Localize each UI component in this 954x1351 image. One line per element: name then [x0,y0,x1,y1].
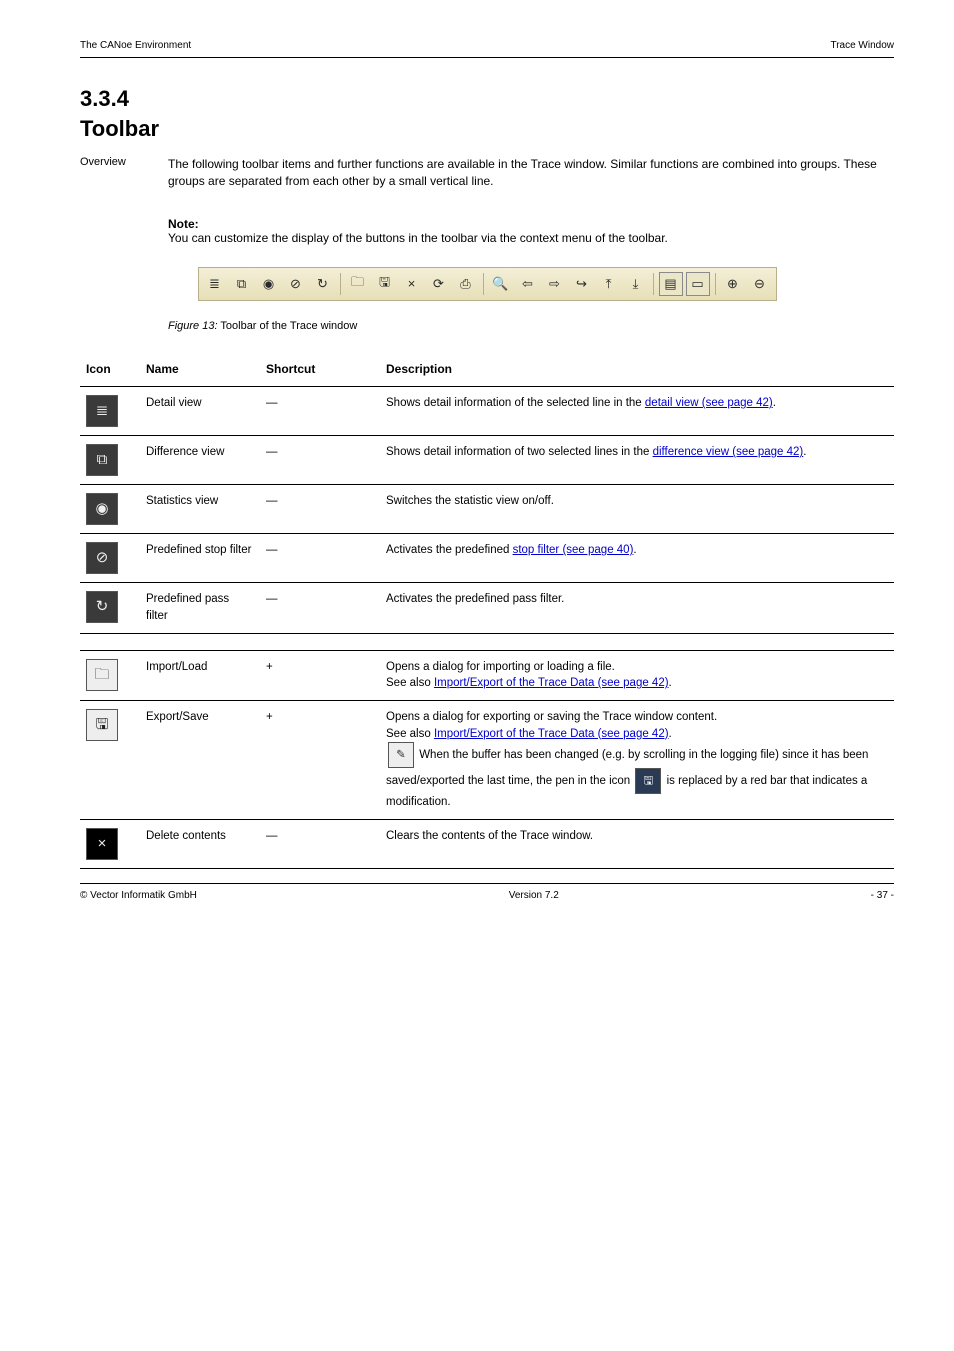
stop-filter-icon: ⊘ [86,542,118,574]
detail-view-icon: ≣ [86,395,118,427]
import-export-link-2[interactable]: Import/Export of the Trace Data (see pag… [434,728,669,740]
table-row: ⧉Difference view—Shows detail informatio… [80,436,894,485]
table-row: ×Delete contents—Clears the contents of … [80,819,894,868]
diff-view-icon[interactable]: ⧉ [230,272,254,296]
save-modified-icon: 🖫 [635,768,661,794]
detail-view-link[interactable]: detail view (see page 42) [645,397,773,409]
save-export-icon: 🖫 [86,709,118,741]
table-row: ↻Predefined pass filter—Activates the pr… [80,583,894,633]
nav-top-icon[interactable]: ⤒ [597,272,621,296]
import-export-link[interactable]: Import/Export of the Trace Data (see pag… [434,677,669,689]
nav-back-icon[interactable]: ⇦ [516,272,540,296]
header-right: Trace Window [830,40,894,51]
footer-copyright: © Vector Informatik GmbH [80,890,197,901]
zoom-out-icon[interactable]: ⊖ [748,272,772,296]
intro-paragraph: The following toolbar items and further … [168,156,894,191]
delete-icon[interactable]: × [400,272,424,296]
th-desc: Description [380,352,894,387]
view-list-icon[interactable]: ▤ [659,272,683,296]
footer-version: Version 7.2 [509,890,559,901]
zoom-in-icon[interactable]: ⊕ [721,272,745,296]
stop-filter-link[interactable]: stop filter (see page 40) [513,544,634,556]
search-icon[interactable]: 🔍 [489,272,513,296]
delete-contents-icon: × [86,828,118,860]
stat-view-icon[interactable]: ◉ [257,272,281,296]
open-icon[interactable]: 🗀 [346,272,370,296]
table-row: ◉Statistics view—Switches the statistic … [80,485,894,534]
note-body: You can customize the display of the but… [168,231,848,245]
functions-table: Icon Name Shortcut Description ≣Detail v… [80,352,894,869]
figure-label: Figure 13: [168,320,218,332]
note-label: Note: [168,217,199,231]
save-export-icon[interactable]: 🖫 [373,272,397,296]
table-row: ≣Detail view—Shows detail information of… [80,387,894,436]
figure-caption: Toolbar of the Trace window [220,320,357,332]
overview-label: Overview [80,156,150,203]
nav-bottom-icon[interactable]: ⤓ [624,272,648,296]
table-row: ⊘Predefined stop filter—Activates the pr… [80,534,894,583]
pass-filter-icon: ↻ [86,591,118,623]
detail-view-icon[interactable]: ≣ [203,272,227,296]
section-title: Toolbar [80,116,894,142]
nav-forward-icon[interactable]: ⇨ [543,272,567,296]
table-row: 🗀Import/Load+Opens a dialog for importin… [80,650,894,700]
th-icon: Icon [80,352,140,387]
stat-view-icon: ◉ [86,493,118,525]
print-icon[interactable]: ⎙ [454,272,478,296]
table-row: 🖫Export/Save+Opens a dialog for exportin… [80,700,894,819]
refresh-icon[interactable]: ⟳ [427,272,451,296]
view-page-icon[interactable]: ▭ [686,272,710,296]
open-folder-icon: 🗀 [86,659,118,691]
diff-view-icon: ⧉ [86,444,118,476]
footer-page: - 37 - [871,890,894,901]
nav-redo-icon[interactable]: ↪ [570,272,594,296]
edit-dirty-icon: ✎ [388,742,414,768]
trace-toolbar: ≣⧉◉⊘↻ 🗀🖫×⟳⎙ 🔍⇦⇨↪⤒⤓ ▤▭ ⊕⊖ [198,267,777,301]
section-number: 3.3.4 [80,86,894,112]
header-left: The CANoe Environment [80,40,191,51]
pass-filter-icon[interactable]: ↻ [311,272,335,296]
th-name: Name [140,352,260,387]
difference-view-link[interactable]: difference view (see page 42) [653,446,804,458]
th-shortcut: Shortcut [260,352,380,387]
stop-filter-icon[interactable]: ⊘ [284,272,308,296]
